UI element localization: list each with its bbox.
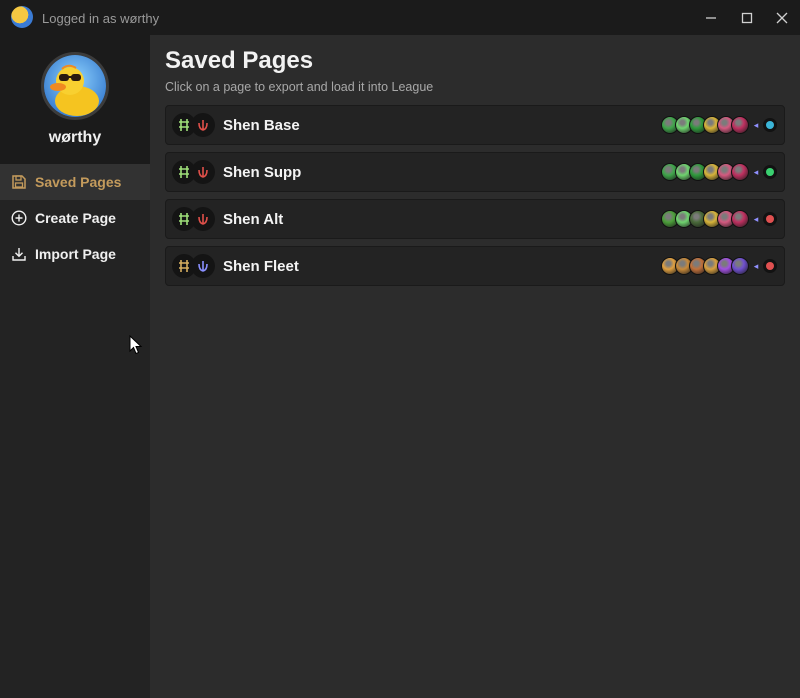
rune-icon [731, 257, 749, 275]
minimize-button[interactable] [693, 0, 729, 35]
sidebar-item-label: Import Page [35, 246, 116, 262]
maximize-icon [741, 12, 753, 23]
saved-page-row[interactable]: Shen Fleet ◂ [165, 246, 785, 286]
title-bar: Logged in as wørthy [0, 0, 800, 35]
shard-arrow-icon: ◂ [753, 119, 759, 130]
minimize-icon [706, 16, 716, 19]
profile-card: wørthy [0, 35, 150, 164]
close-icon [776, 12, 788, 23]
saved-page-name: Shen Supp [223, 164, 302, 181]
rune-icon [731, 116, 749, 134]
saved-page-row[interactable]: Shen Alt ◂ [165, 199, 785, 239]
duck-avatar-image [44, 55, 106, 117]
save-icon [10, 173, 28, 191]
shard-arrow-icon: ◂ [753, 166, 759, 177]
close-button[interactable] [764, 0, 800, 35]
rune-icons-strip: ◂ [661, 209, 777, 229]
sidebar-item-label: Create Page [35, 210, 116, 226]
saved-page-name: Shen Base [223, 117, 300, 134]
saved-page-row[interactable]: Shen Supp ◂ [165, 152, 785, 192]
shard-arrow-icon: ◂ [753, 213, 759, 224]
plus-circle-icon [10, 209, 28, 227]
shard-arrow-icon: ◂ [753, 260, 759, 271]
secondary-tree-icon [191, 254, 215, 278]
rune-icon [731, 163, 749, 181]
mouse-cursor-icon [129, 335, 143, 355]
sidebar-item-saved-pages[interactable]: Saved Pages [0, 164, 150, 200]
secondary-tree-icon [191, 207, 215, 231]
page-title: Saved Pages [165, 47, 314, 74]
rune-icons-strip: ◂ [661, 256, 777, 276]
secondary-tree-icon [191, 160, 215, 184]
username: wørthy [48, 129, 102, 146]
rune-icons-strip: ◂ [661, 162, 777, 182]
sidebar-item-import-page[interactable]: Import Page [0, 236, 150, 272]
stat-shard-icon [763, 212, 777, 226]
rune-icons-strip: ◂ [661, 115, 777, 135]
rune-icon [731, 210, 749, 228]
sidebar: wørthy Saved Pages Create Page Import Pa… [0, 35, 150, 698]
secondary-tree-icon [191, 113, 215, 137]
maximize-button[interactable] [729, 0, 765, 35]
window-title: Logged in as wørthy [42, 11, 160, 26]
stat-shard-icon [763, 165, 777, 179]
app-logo-icon [11, 6, 33, 28]
saved-page-name: Shen Fleet [223, 258, 299, 275]
main-content: Saved Pages Click on a page to export an… [150, 35, 800, 698]
download-icon [10, 245, 28, 263]
stat-shard-icon [763, 259, 777, 273]
page-subtitle: Click on a page to export and load it in… [165, 80, 434, 94]
stat-shard-icon [763, 118, 777, 132]
saved-page-row[interactable]: Shen Base ◂ [165, 105, 785, 145]
avatar [41, 52, 109, 120]
saved-page-name: Shen Alt [223, 211, 284, 228]
sidebar-item-label: Saved Pages [35, 174, 122, 190]
sidebar-item-create-page[interactable]: Create Page [0, 200, 150, 236]
